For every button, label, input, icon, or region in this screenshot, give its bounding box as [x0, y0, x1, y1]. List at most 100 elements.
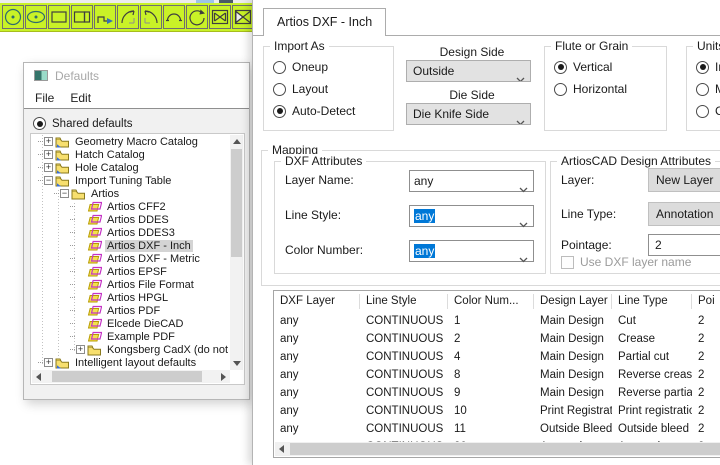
radio-label: Cen	[715, 104, 720, 118]
radio-layout[interactable]: Layout	[273, 82, 393, 96]
expand-plus-toggle[interactable]: +	[44, 137, 53, 146]
expand-plus-toggle[interactable]: +	[44, 358, 53, 367]
combo-line-style[interactable]: any	[409, 205, 534, 227]
scroll-left-arrow[interactable]	[275, 442, 288, 456]
combo-color-number[interactable]: any	[409, 240, 534, 262]
column-header-poi[interactable]: Poi	[692, 294, 720, 309]
scroll-left-arrow[interactable]	[32, 370, 45, 383]
table-row[interactable]: anyCONTINUOUS1Main DesignCut2	[274, 312, 720, 330]
tree-item-label: Import Tuning Table	[73, 175, 173, 187]
combo-layer-name[interactable]: any	[409, 170, 534, 192]
line-type-select[interactable]: Annotation	[648, 202, 720, 226]
tree-item-artios-dxf-inch[interactable]: Artios DXF - Inch	[32, 239, 230, 252]
pointage-input[interactable]: 2	[648, 234, 720, 256]
menu-file[interactable]: File	[27, 91, 62, 105]
tree-item-elcede-diecad[interactable]: Elcede DieCAD	[32, 317, 230, 330]
arc-corner2-button[interactable]	[140, 5, 162, 29]
radio-selected-icon	[273, 105, 286, 118]
tree-item-artios-hpgl[interactable]: Artios HPGL	[32, 291, 230, 304]
table-row[interactable]: anyCONTINUOUS11Outside BleedOutside blee…	[274, 420, 720, 438]
radio-auto-detect[interactable]: Auto-Detect	[273, 104, 393, 118]
collapse-minus-toggle[interactable]: −	[60, 189, 69, 198]
split-rectangle-button[interactable]	[71, 5, 93, 29]
tree-item-artios-ddes3[interactable]: Artios DDES3	[32, 226, 230, 239]
scroll-up-arrow[interactable]	[230, 135, 243, 148]
radio-mil[interactable]: Mil	[696, 82, 720, 96]
radio-cen[interactable]: Cen	[696, 104, 720, 118]
tree-connector	[38, 167, 43, 168]
die-side-select[interactable]: Die Knife Side	[406, 103, 531, 125]
column-header-design-layer[interactable]: Design Layer	[534, 294, 612, 309]
radio-unselected-icon	[696, 105, 709, 118]
design-side-select[interactable]: Outside	[406, 60, 531, 82]
tree-item-artios-pdf[interactable]: Artios PDF	[32, 304, 230, 317]
radio-label: Inc	[715, 60, 720, 74]
column-header-dxf-layer[interactable]: DXF Layer	[274, 294, 360, 309]
scroll-thumb[interactable]	[231, 149, 242, 257]
scroll-thumb[interactable]	[52, 371, 202, 382]
table-row[interactable]: anyCONTINUOUS9Main DesignReverse partial…	[274, 384, 720, 402]
radio-oneup[interactable]: Oneup	[273, 60, 393, 74]
table-row[interactable]: anyCONTINUOUS2Main DesignCrease2	[274, 330, 720, 348]
tab-artios-dxf-inch[interactable]: Artios DXF - Inch	[263, 8, 386, 36]
expand-plus-toggle[interactable]: +	[44, 150, 53, 159]
tree-item-hatch-catalog[interactable]: +Hatch Catalog	[32, 148, 230, 161]
cell-design-layer: Main Design	[534, 387, 612, 399]
ellipse-center-button[interactable]	[25, 5, 47, 29]
bowtie-button[interactable]	[209, 5, 231, 29]
rotate-button[interactable]	[186, 5, 208, 29]
expand-plus-toggle[interactable]: +	[44, 163, 53, 172]
tree-item-artios-file-format[interactable]: Artios File Format	[32, 278, 230, 291]
tree-item-hole-catalog[interactable]: +Hole Catalog	[32, 161, 230, 174]
arc-half-button[interactable]	[163, 5, 185, 29]
radio-horizontal[interactable]: Horizontal	[554, 82, 666, 96]
polyline-arrow-button[interactable]	[94, 5, 116, 29]
chevron-down-icon	[516, 69, 525, 82]
rectangle-button[interactable]	[48, 5, 70, 29]
tree-item-example-pdf[interactable]: Example PDF	[32, 330, 230, 343]
shared-defaults-radio[interactable]: Shared defaults	[24, 109, 249, 130]
menu-edit[interactable]: Edit	[62, 91, 99, 105]
arc-half-icon	[164, 7, 184, 27]
tree-connector	[38, 154, 43, 155]
tree-item-artios-ddes[interactable]: Artios DDES	[32, 213, 230, 226]
table-row[interactable]: anyCONTINUOUS10Print RegistrationPrint r…	[274, 402, 720, 420]
radio-inc[interactable]: Inc	[696, 60, 720, 74]
catalog-folder-icon	[55, 357, 70, 369]
tuning-entry-icon	[87, 214, 102, 226]
table-row[interactable]: anyCONTINUOUS8Main DesignReverse crease2	[274, 366, 720, 384]
mapping-table-header: DXF LayerLine StyleColor Num...Design La…	[274, 291, 720, 312]
column-header-line-style[interactable]: Line Style	[360, 294, 448, 309]
tuning-entry-icon	[87, 253, 102, 265]
combo-value: any	[414, 244, 435, 258]
tree-item-artios[interactable]: −Artios	[32, 187, 230, 200]
tree-item-artios-dxf-metric[interactable]: Artios DXF - Metric	[32, 252, 230, 265]
tree-item-intelligent-layout-defaults[interactable]: +Intelligent layout defaults	[32, 356, 230, 369]
tree-item-import-tuning-table[interactable]: − Import Tuning Table	[32, 174, 230, 187]
cell-poi: 2	[692, 423, 720, 435]
tree-item-geometry-macro-catalog[interactable]: +Geometry Macro Catalog	[32, 135, 230, 148]
collapse-minus-toggle[interactable]: −	[44, 176, 53, 185]
tree-item-artios-cff2[interactable]: Artios CFF2	[32, 200, 230, 213]
layer-select[interactable]: New Layer	[648, 168, 720, 192]
circle-center-button[interactable]	[2, 5, 24, 29]
radio-vertical[interactable]: Vertical	[554, 60, 666, 74]
scroll-down-arrow[interactable]	[230, 357, 243, 370]
table-row[interactable]: anyCONTINUOUS4Main DesignPartial cut2	[274, 348, 720, 366]
table-horizontal-scrollbar[interactable]	[275, 442, 720, 456]
tree-vertical-scrollbar[interactable]	[230, 135, 243, 370]
expand-plus-toggle[interactable]: +	[76, 345, 85, 354]
use-dxf-layer-name-checkbox[interactable]: Use DXF layer name	[561, 255, 691, 269]
arc-corner-button[interactable]	[117, 5, 139, 29]
defaults-title-bar[interactable]: Defaults	[24, 63, 249, 88]
tree-item-artios-epsf[interactable]: Artios EPSF	[32, 265, 230, 278]
column-header-line-type[interactable]: Line Type	[612, 294, 692, 309]
cell-color-num: 10	[448, 405, 534, 417]
tree-item-kongsberg-cadx-do-not-rename[interactable]: +Kongsberg CadX (do not rename	[32, 343, 230, 356]
rotate-icon	[187, 7, 207, 27]
column-header-color-num[interactable]: Color Num...	[448, 294, 534, 309]
scroll-right-arrow[interactable]	[217, 370, 230, 383]
scroll-thumb[interactable]	[290, 443, 720, 455]
tree-horizontal-scrollbar[interactable]	[32, 370, 230, 383]
triangle-cross-button[interactable]	[232, 5, 253, 29]
